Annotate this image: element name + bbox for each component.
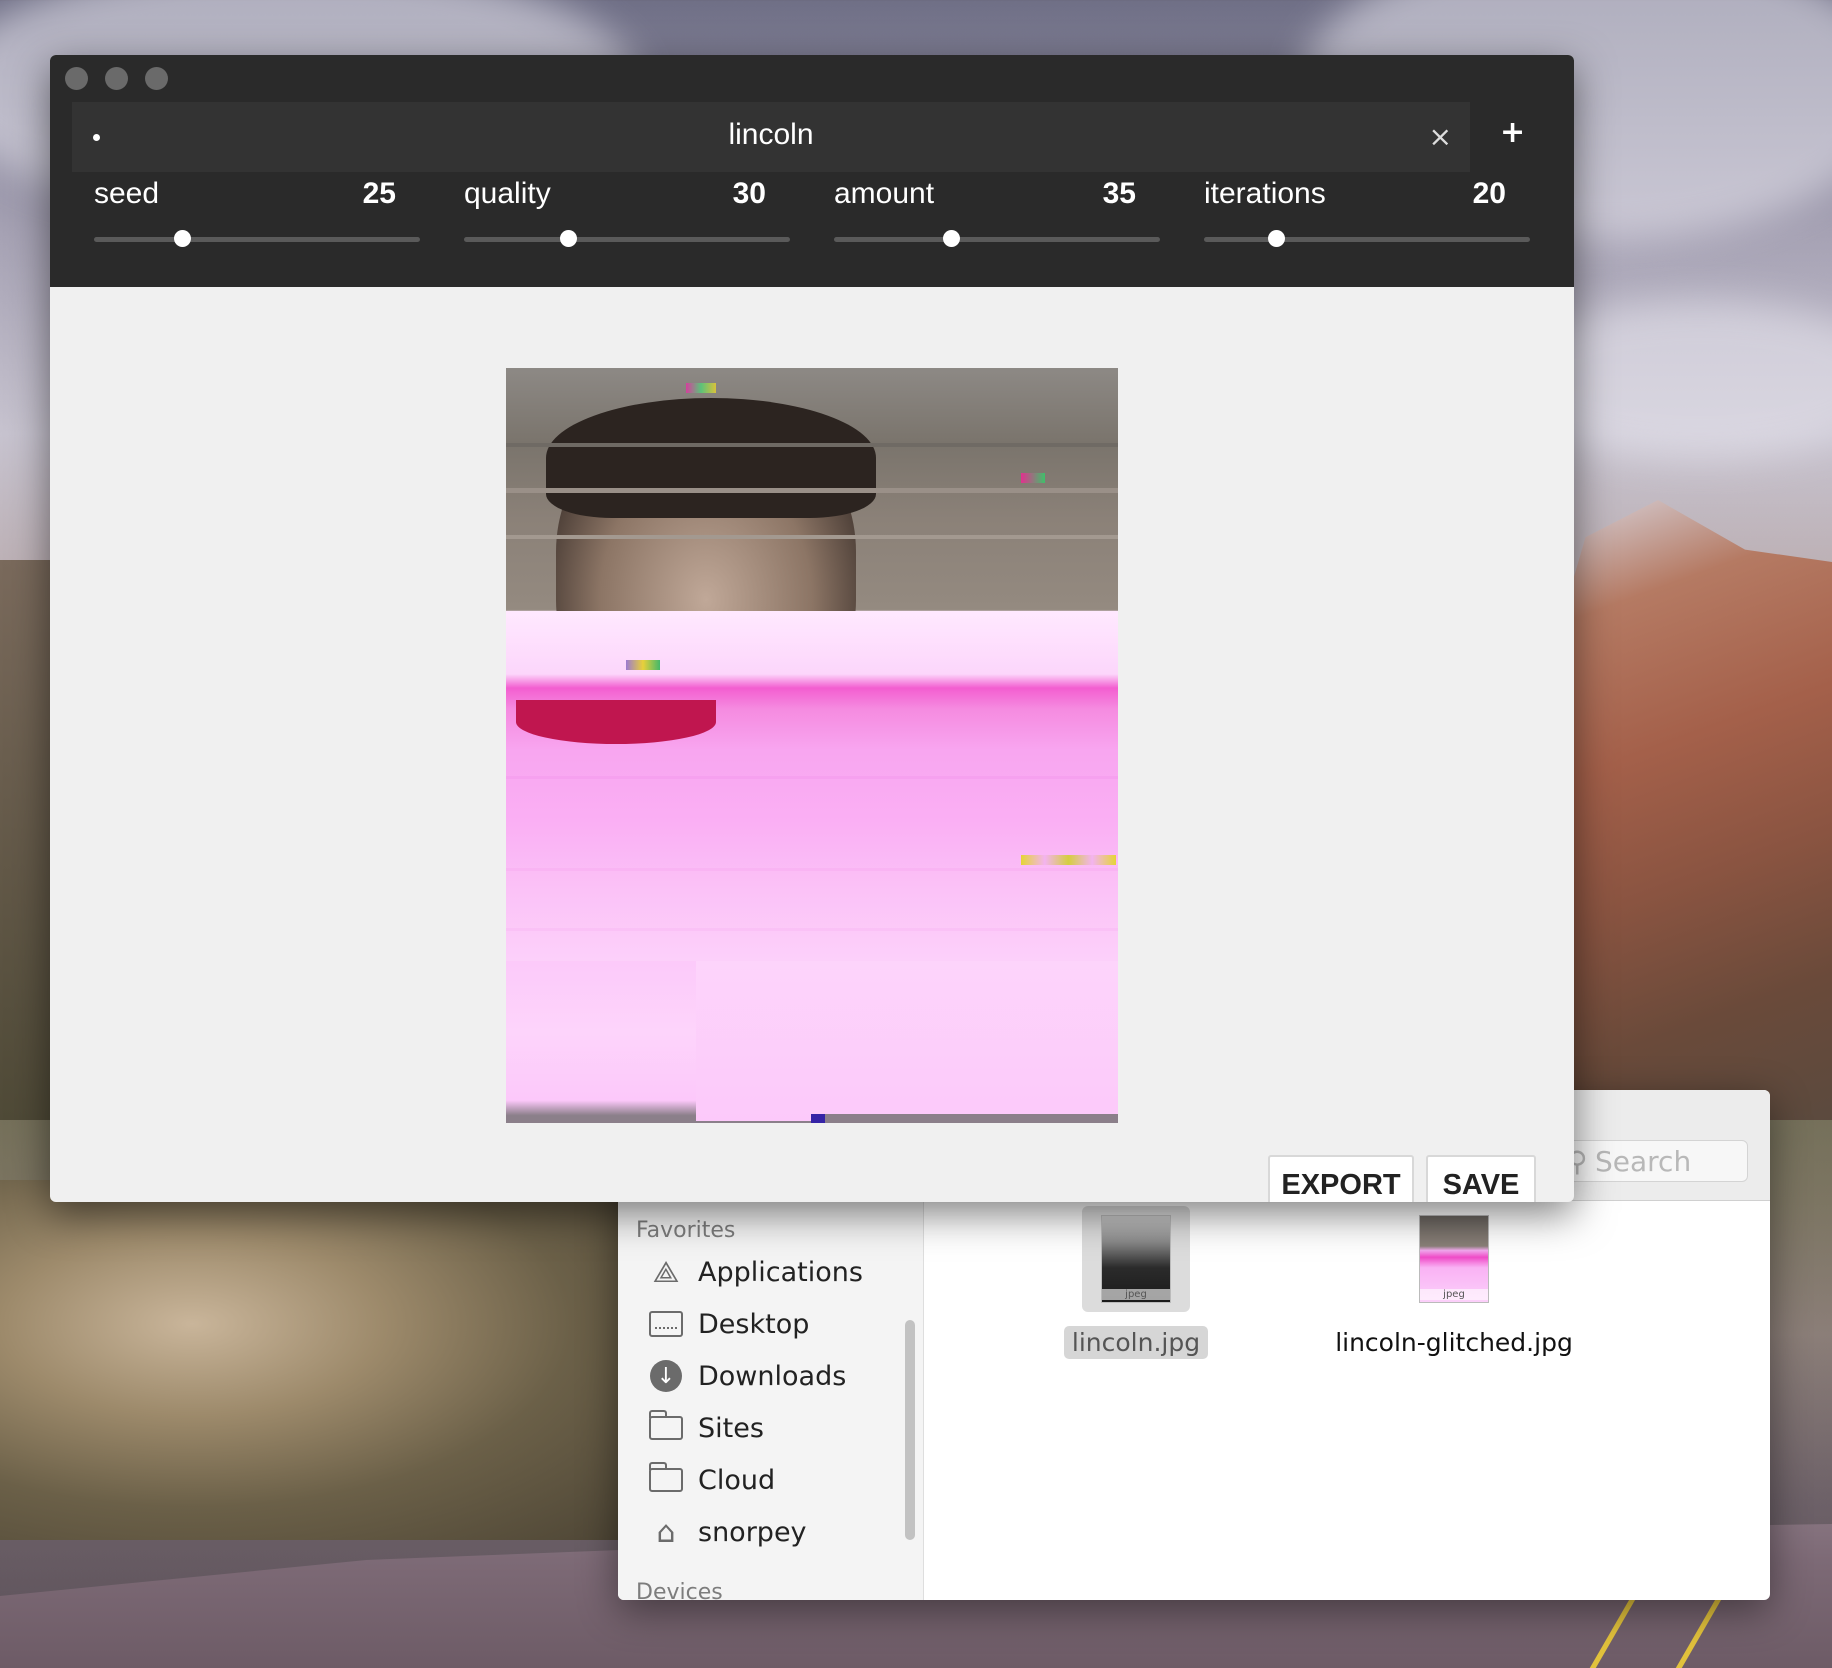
- file-item-lincoln-glitched[interactable]: jpeg lincoln-glitched.jpg: [1294, 1206, 1614, 1359]
- slider-label: seed: [94, 177, 160, 210]
- file-name: lincoln.jpg: [1063, 1326, 1209, 1359]
- minimize-window-icon[interactable]: [105, 67, 128, 90]
- slider-value: 35: [1102, 177, 1136, 210]
- sidebar-item-label: Sites: [698, 1412, 764, 1444]
- sidebar-heading-favorites: Favorites: [636, 1218, 736, 1243]
- file-type-label: jpeg: [1420, 1289, 1488, 1300]
- downloads-icon: ↓: [648, 1360, 684, 1392]
- file-thumbnail: jpeg: [1082, 1206, 1190, 1312]
- file-thumbnail: jpeg: [1400, 1206, 1508, 1312]
- quality-slider[interactable]: quality 30: [464, 177, 792, 257]
- sidebar-item-label: Cloud: [698, 1464, 776, 1496]
- amount-slider[interactable]: amount 35: [834, 177, 1162, 257]
- file-name: lincoln-glitched.jpg: [1335, 1328, 1573, 1357]
- search-placeholder: Search: [1595, 1145, 1692, 1178]
- sidebar-item-cloud[interactable]: Cloud: [648, 1458, 775, 1502]
- search-input[interactable]: ⚲ Search: [1558, 1140, 1748, 1182]
- sidebar-heading-devices: Devices: [636, 1580, 723, 1600]
- slider-track[interactable]: [1204, 237, 1530, 242]
- slider-label: iterations: [1204, 177, 1326, 210]
- zoom-window-icon[interactable]: [145, 67, 168, 90]
- iterations-slider[interactable]: iterations 20: [1204, 177, 1532, 257]
- slider-knob[interactable]: [560, 230, 578, 247]
- sidebar-item-label: Downloads: [698, 1360, 847, 1392]
- slider-label: amount: [834, 177, 935, 210]
- sidebar-scrollbar[interactable]: [905, 1320, 915, 1540]
- glitch-app-window: lincoln × + seed 25 quality 30 amount 35…: [50, 55, 1574, 1202]
- sidebar-item-snorpey[interactable]: ⌂ snorpey: [648, 1510, 807, 1554]
- slider-knob[interactable]: [174, 230, 192, 247]
- slider-track[interactable]: [94, 237, 420, 242]
- slider-label: quality: [464, 177, 551, 210]
- desktop-icon: [648, 1309, 684, 1339]
- sidebar-item-sites[interactable]: Sites: [648, 1406, 764, 1450]
- slider-track[interactable]: [464, 237, 790, 242]
- sidebar-item-desktop[interactable]: Desktop: [648, 1302, 809, 1346]
- new-tab-button[interactable]: +: [1500, 115, 1525, 150]
- sidebar-item-label: snorpey: [698, 1516, 807, 1548]
- portrait-beard: [516, 700, 716, 744]
- home-icon: ⌂: [656, 1514, 676, 1550]
- slider-knob[interactable]: [1267, 230, 1285, 247]
- slider-value: 25: [362, 177, 396, 210]
- tab-close-button[interactable]: ×: [1429, 120, 1452, 153]
- slider-value: 20: [1472, 177, 1506, 210]
- sidebar-item-applications[interactable]: ⟁ Applications: [648, 1250, 863, 1294]
- file-item-lincoln[interactable]: jpeg lincoln.jpg: [1036, 1206, 1236, 1359]
- export-button[interactable]: EXPORT: [1268, 1155, 1414, 1202]
- tab-title: lincoln: [728, 118, 814, 151]
- save-button[interactable]: SAVE: [1426, 1155, 1536, 1202]
- slider-value: 30: [732, 177, 766, 210]
- sidebar-item-label: Applications: [698, 1256, 863, 1288]
- finder-sidebar: Favorites ⟁ Applications Desktop ↓ Downl…: [618, 1200, 924, 1600]
- slider-knob[interactable]: [943, 230, 961, 247]
- sidebar-item-label: Desktop: [698, 1308, 810, 1340]
- close-window-icon[interactable]: [65, 67, 88, 90]
- applications-icon: ⟁: [652, 1254, 680, 1290]
- glitched-image-canvas: [506, 368, 1118, 1123]
- seed-slider[interactable]: seed 25: [94, 177, 422, 257]
- tab-lincoln[interactable]: lincoln ×: [72, 102, 1470, 172]
- portrait-hair: [546, 398, 876, 518]
- title-bar: lincoln × + seed 25 quality 30 amount 35…: [50, 55, 1574, 287]
- folder-icon: [648, 1410, 684, 1443]
- file-type-label: jpeg: [1102, 1289, 1170, 1300]
- slider-track[interactable]: [834, 237, 1160, 242]
- folder-icon: [648, 1462, 684, 1495]
- sidebar-item-downloads[interactable]: ↓ Downloads: [648, 1354, 846, 1398]
